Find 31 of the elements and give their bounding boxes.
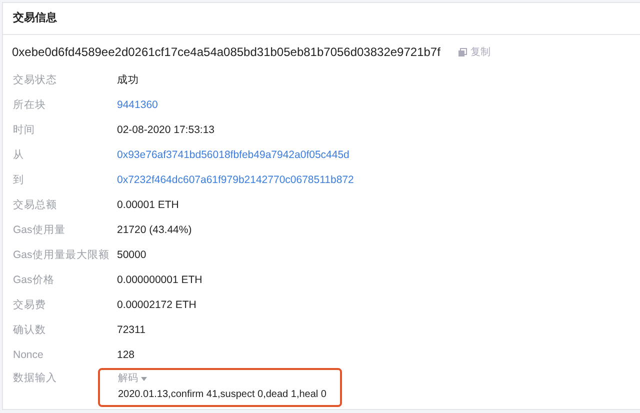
field-label: 从 xyxy=(13,148,25,163)
panel-title: 交易信息 xyxy=(13,10,57,26)
value-link[interactable]: 0x7232f464dc607a61f979b2142770c0678511b872 xyxy=(117,172,354,188)
field-value: 成功 xyxy=(117,72,139,88)
field-label: 交易状态 xyxy=(13,72,58,88)
field-value: 0.00001 ETH xyxy=(117,198,179,213)
field-label: 到 xyxy=(13,172,25,188)
field-value: 50000 xyxy=(117,248,146,263)
field-label: 所在块 xyxy=(13,98,47,113)
field-label: 交易费 xyxy=(13,298,47,313)
field-value: 72311 xyxy=(117,322,146,338)
caret-icon xyxy=(141,377,147,381)
transaction-hash: 0xebe0d6fd4589ee2d0261cf17ce4a54a085bd31b05eb81b7056d03832e9721b7f xyxy=(12,44,440,61)
copy-icon xyxy=(458,48,468,56)
field-value: 02-08-2020 17:53:13 xyxy=(117,122,214,138)
value-link[interactable]: 9441360 xyxy=(117,98,158,114)
value-link[interactable]: 0x93e76af3741bd56018fbfeb49a7942a0f05c445d xyxy=(117,148,350,164)
field-value: 128 xyxy=(117,348,135,363)
field-value: 0.000000001 ETH xyxy=(117,272,202,288)
field-label: 数据输入 xyxy=(13,371,58,386)
copy-button[interactable]: 复制 xyxy=(458,44,490,60)
field-label: 时间 xyxy=(13,122,36,138)
field-label: 交易总额 xyxy=(13,198,58,213)
field-value: 0.00002172 ETH xyxy=(117,298,196,313)
decode-dropdown[interactable]: 解码 xyxy=(118,372,147,386)
field-value: 21720 (43.44%) xyxy=(117,222,192,238)
field-label: Gas价格 xyxy=(13,272,56,288)
field-label: Gas使用量最大限额 xyxy=(13,248,110,263)
field-label: Nonce xyxy=(13,348,44,363)
field-label: 确认数 xyxy=(13,322,47,338)
field-label: Gas使用量 xyxy=(13,222,66,238)
